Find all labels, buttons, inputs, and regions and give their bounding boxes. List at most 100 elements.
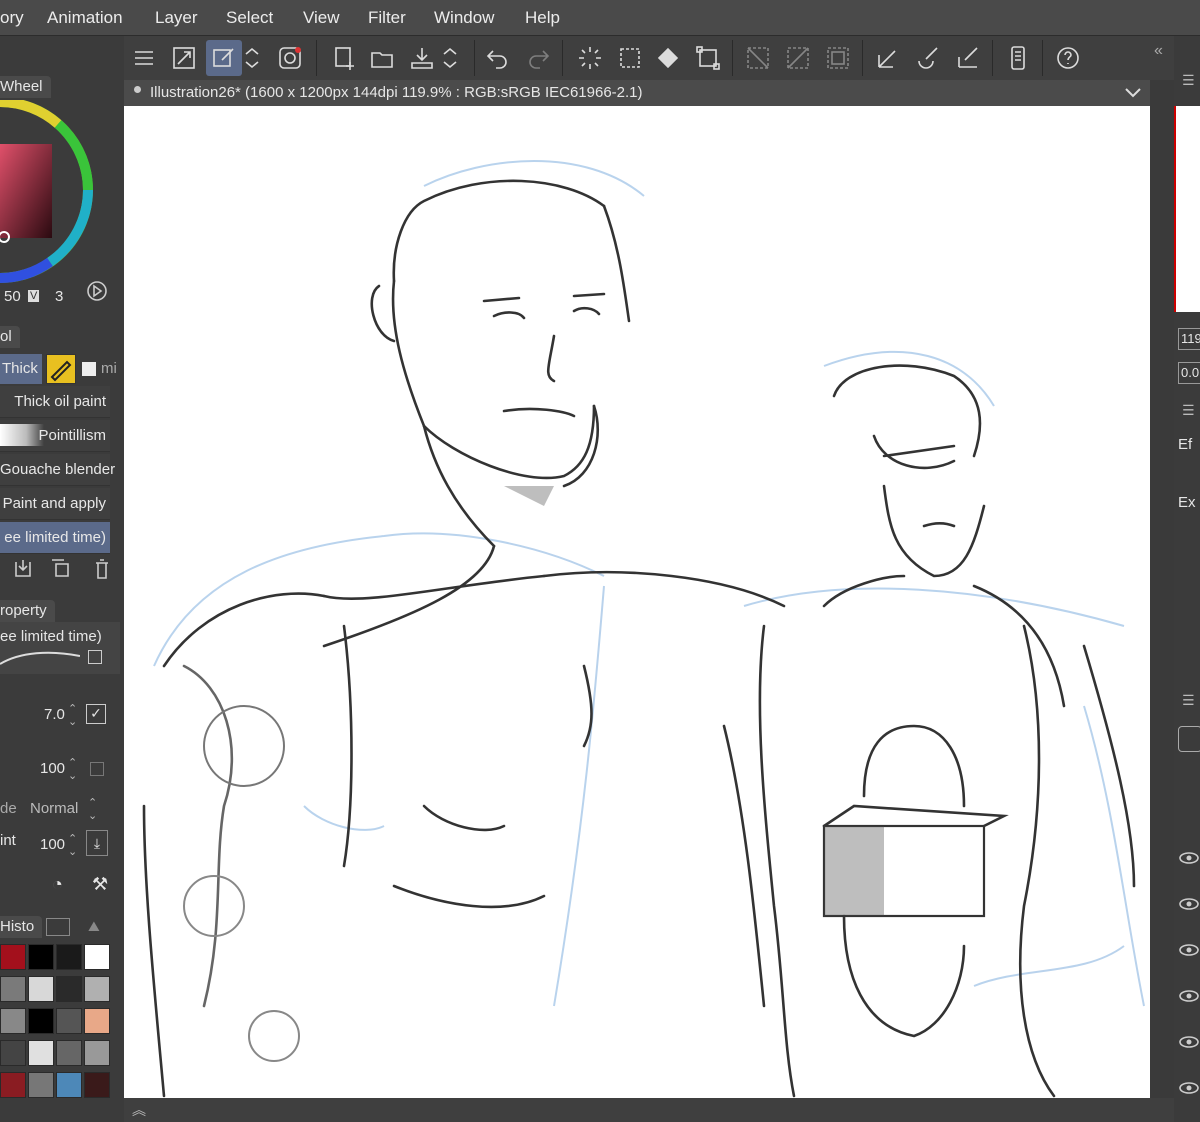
eye-icon[interactable]: [1178, 896, 1200, 912]
menu-select[interactable]: Select: [226, 8, 273, 28]
undo-icon[interactable]: [480, 40, 516, 76]
subtool-item[interactable]: Thick oil paint: [0, 386, 110, 418]
stepper-icon[interactable]: ⌃ ⌄: [68, 702, 77, 728]
menu-window[interactable]: Window: [434, 8, 494, 28]
opacity-value[interactable]: 100: [40, 760, 65, 777]
checkbox-icon[interactable]: ✓: [86, 704, 106, 724]
angle-field[interactable]: 0.0: [1178, 362, 1200, 384]
stepper-icon[interactable]: ⌃ ⌄: [68, 832, 77, 858]
subtool-group-thick[interactable]: Thick: [0, 354, 42, 384]
updown-icon[interactable]: [242, 40, 262, 76]
blend-mode-select[interactable]: Normal: [30, 800, 78, 817]
menu-icon[interactable]: ☰: [1182, 402, 1195, 419]
color-swatch[interactable]: [56, 944, 82, 970]
color-swatch[interactable]: [84, 944, 110, 970]
menu-history[interactable]: ory: [0, 8, 24, 28]
size-value[interactable]: 7.0: [44, 706, 65, 723]
open-icon[interactable]: [364, 40, 400, 76]
new-file-icon[interactable]: [326, 40, 362, 76]
command-bar: «: [124, 36, 1174, 80]
lock-icon[interactable]: [88, 650, 102, 664]
selection-icon[interactable]: [612, 40, 648, 76]
chevron-down-icon[interactable]: [1124, 86, 1142, 100]
menu-icon[interactable]: ☰: [1182, 692, 1195, 709]
play-icon[interactable]: [86, 280, 108, 302]
disabled-checkbox-icon[interactable]: [90, 762, 104, 776]
menu-filter[interactable]: Filter: [368, 8, 406, 28]
color-swatch[interactable]: [84, 976, 110, 1002]
subtool-tab[interactable]: ol: [0, 326, 20, 348]
fill-icon[interactable]: [650, 40, 686, 76]
wrench-icon[interactable]: ⚒: [92, 874, 108, 895]
brush-icon[interactable]: [910, 40, 946, 76]
eye-icon[interactable]: [1178, 988, 1200, 1004]
menu-help[interactable]: Help: [525, 8, 560, 28]
color-swatch[interactable]: [56, 1040, 82, 1066]
subtool-item[interactable]: Pointillism: [0, 420, 110, 452]
menu-view[interactable]: View: [303, 8, 340, 28]
subtool-label: Pointillism: [38, 427, 106, 444]
zoom-field[interactable]: 119: [1178, 328, 1200, 350]
pen-tool-icon[interactable]: [46, 354, 76, 384]
color-swatch[interactable]: [0, 944, 26, 970]
menu-layer[interactable]: Layer: [155, 8, 198, 28]
color-swatch[interactable]: [84, 1072, 110, 1098]
save-icon[interactable]: [404, 40, 440, 76]
menu-icon[interactable]: [126, 40, 162, 76]
device-icon[interactable]: [1000, 40, 1036, 76]
download-icon[interactable]: ⤓: [86, 830, 108, 856]
redo-icon[interactable]: [520, 40, 556, 76]
eye-icon[interactable]: [1178, 1034, 1200, 1050]
subtool-item[interactable]: Paint and apply: [0, 488, 110, 520]
subtool-item[interactable]: Gouache blender: [0, 454, 115, 486]
color-swatch[interactable]: [28, 944, 54, 970]
loading-icon[interactable]: [572, 40, 608, 76]
stepper-icon[interactable]: ⌃ ⌄: [88, 796, 97, 822]
color-swatch[interactable]: [28, 1072, 54, 1098]
eye-icon[interactable]: [1178, 942, 1200, 958]
collapse-right-icon[interactable]: «: [1154, 42, 1163, 60]
stepper-icon[interactable]: ⌃ ⌄: [68, 756, 77, 782]
drawing-canvas[interactable]: [124, 106, 1150, 1098]
color-swatch[interactable]: [56, 976, 82, 1002]
navigator-thumbnail[interactable]: [1174, 106, 1200, 312]
menu-animation[interactable]: Animation: [47, 8, 123, 28]
color-wheel[interactable]: [0, 100, 110, 300]
subtool-item-selected[interactable]: ee limited time): [0, 522, 110, 554]
help-icon[interactable]: [1050, 40, 1086, 76]
color-swatch[interactable]: [28, 1040, 54, 1066]
color-swatch[interactable]: [0, 1008, 26, 1034]
color-swatch[interactable]: [28, 976, 54, 1002]
color-swatch[interactable]: [28, 1008, 54, 1034]
color-wheel-tab[interactable]: Wheel: [0, 76, 51, 98]
canvas-tab[interactable]: Illustration26* (1600 x 1200px 144dpi 11…: [124, 80, 1150, 106]
eye-icon[interactable]: [1178, 1080, 1200, 1096]
edit-icon[interactable]: [206, 40, 242, 76]
updown-icon[interactable]: [440, 40, 460, 76]
color-swatch[interactable]: [0, 976, 26, 1002]
menu-icon[interactable]: ☰: [1182, 72, 1195, 89]
resize-icon[interactable]: [166, 40, 202, 76]
tool-property-tab[interactable]: roperty: [0, 600, 55, 622]
select-all-icon[interactable]: [820, 40, 856, 76]
mountain-icon[interactable]: ⛰: [88, 918, 100, 935]
color-swatch[interactable]: [0, 1040, 26, 1066]
invert-icon[interactable]: [780, 40, 816, 76]
eye-icon[interactable]: [1178, 850, 1200, 866]
history-tab[interactable]: Histo: [0, 916, 43, 938]
color-swatch[interactable]: [56, 1072, 82, 1098]
layer-tool-icon[interactable]: [1178, 726, 1200, 752]
color-swatch[interactable]: [56, 1008, 82, 1034]
pen-icon[interactable]: [870, 40, 906, 76]
deselect-icon[interactable]: [740, 40, 776, 76]
transform-icon[interactable]: [690, 40, 726, 76]
color-swatch[interactable]: [84, 1008, 110, 1034]
swatch-grid-icon[interactable]: [46, 918, 70, 936]
clock-icon[interactable]: ◔: [52, 874, 63, 895]
expand-up-icon[interactable]: ︽: [132, 1100, 146, 1120]
record-icon[interactable]: [272, 40, 308, 76]
eraser-icon[interactable]: [950, 40, 986, 76]
color-swatch[interactable]: [0, 1072, 26, 1098]
paint-value[interactable]: 100: [40, 836, 65, 853]
color-swatch[interactable]: [84, 1040, 110, 1066]
